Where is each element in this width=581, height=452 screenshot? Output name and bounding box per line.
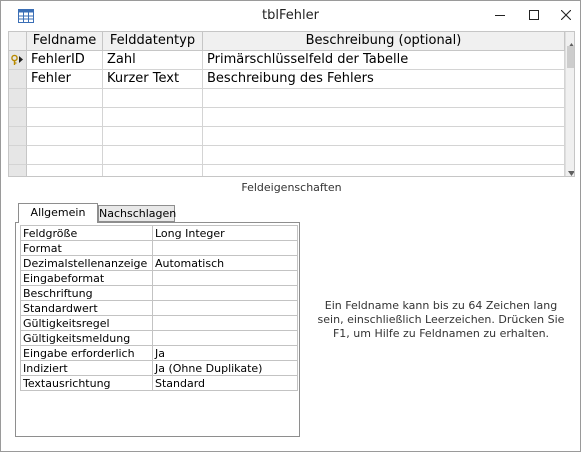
field-description-cell[interactable]: Primärschlüsselfeld der Tabelle — [203, 51, 565, 70]
field-name-cell[interactable]: Fehler — [27, 70, 103, 89]
property-name: Textausrichtung — [20, 375, 153, 391]
field-type-cell[interactable] — [103, 108, 203, 127]
row-selector[interactable] — [9, 127, 27, 146]
select-all-corner[interactable] — [9, 32, 27, 51]
empty-row[interactable] — [9, 89, 565, 108]
column-header-felddatentyp[interactable]: Felddatentyp — [103, 32, 203, 51]
field-name-cell[interactable] — [27, 108, 103, 127]
field-description-cell[interactable] — [203, 146, 565, 165]
field-type-cell[interactable] — [103, 165, 203, 176]
property-value[interactable]: Ja — [152, 345, 298, 361]
column-header-beschreibung[interactable]: Beschreibung (optional) — [203, 32, 565, 51]
empty-row[interactable] — [9, 108, 565, 127]
property-name: Standardwert — [20, 300, 153, 316]
field-type-cell[interactable]: Zahl — [103, 51, 203, 70]
title-bar[interactable]: tblFehler — [1, 1, 580, 31]
table-row[interactable]: FehlerID Zahl Primärschlüsselfeld der Ta… — [9, 51, 565, 70]
close-button[interactable] — [549, 1, 581, 31]
empty-row[interactable] — [9, 127, 565, 146]
field-type-cell[interactable] — [103, 89, 203, 108]
property-name: Beschriftung — [20, 285, 153, 301]
property-name: Eingabe erforderlich — [20, 345, 153, 361]
property-row[interactable]: Textausrichtung Standard — [20, 375, 298, 391]
row-selector[interactable] — [9, 89, 27, 108]
tab-allgemein[interactable]: Allgemein — [18, 203, 98, 223]
field-name-cell[interactable] — [27, 89, 103, 108]
property-row[interactable]: Beschriftung — [20, 285, 298, 301]
property-name: Gültigkeitsregel — [20, 315, 153, 331]
field-description-cell[interactable] — [203, 165, 565, 176]
property-name: Indiziert — [20, 360, 153, 376]
property-row[interactable]: Format — [20, 240, 298, 256]
tab-nachschlagen[interactable]: Nachschlagen — [98, 205, 176, 222]
field-name-cell[interactable] — [27, 146, 103, 165]
property-value[interactable] — [152, 285, 298, 301]
table-row[interactable]: Fehler Kurzer Text Beschreibung des Fehl… — [9, 70, 565, 89]
property-name: Gültigkeitsmeldung — [20, 330, 153, 346]
field-name-cell[interactable] — [27, 165, 103, 176]
property-name: Format — [20, 240, 153, 256]
field-properties-panel: Feldgröße Long Integer Format Dezimalstel… — [15, 222, 300, 437]
property-row[interactable]: Eingabeformat — [20, 270, 298, 286]
field-description-cell[interactable] — [203, 89, 565, 108]
property-row[interactable]: Feldgröße Long Integer — [20, 225, 298, 241]
table-design-window: tblFehler Feldname Felddatentyp Beschrei… — [0, 0, 581, 452]
property-value[interactable] — [152, 330, 298, 346]
field-design-grid: Feldname Felddatentyp Beschreibung (opti… — [8, 31, 575, 177]
scroll-down-icon[interactable] — [568, 165, 574, 176]
field-name-cell[interactable] — [27, 127, 103, 146]
field-properties-label: Feldeigenschaften — [241, 181, 342, 194]
property-value[interactable] — [152, 315, 298, 331]
field-type-cell[interactable] — [103, 127, 203, 146]
property-row[interactable]: Gültigkeitsmeldung — [20, 330, 298, 346]
field-name-cell[interactable]: FehlerID — [27, 51, 103, 70]
property-value[interactable]: Long Integer — [152, 225, 298, 241]
property-value[interactable]: Standard — [152, 375, 298, 391]
property-row[interactable]: Dezimalstellenanzeige Automatisch — [20, 255, 298, 271]
property-name: Eingabeformat — [20, 270, 153, 286]
primary-key-icon — [11, 54, 25, 69]
empty-row[interactable] — [9, 165, 565, 176]
row-selector[interactable] — [9, 108, 27, 127]
field-description-cell[interactable] — [203, 127, 565, 146]
close-icon — [560, 9, 572, 23]
minimize-icon — [495, 9, 505, 23]
row-selector[interactable] — [9, 146, 27, 165]
field-type-cell[interactable]: Kurzer Text — [103, 70, 203, 89]
maximize-icon — [529, 9, 539, 23]
column-header-feldname[interactable]: Feldname — [27, 32, 103, 51]
minimize-button[interactable] — [483, 1, 517, 31]
field-type-cell[interactable] — [103, 146, 203, 165]
property-value[interactable]: Ja (Ohne Duplikate) — [152, 360, 298, 376]
property-row[interactable]: Gültigkeitsregel — [20, 315, 298, 331]
property-row[interactable]: Standardwert — [20, 300, 298, 316]
vertical-scrollbar[interactable] — [565, 32, 574, 176]
scrollbar-thumb[interactable] — [567, 46, 574, 68]
property-value[interactable] — [152, 240, 298, 256]
property-table: Feldgröße Long Integer Format Dezimalstel… — [20, 225, 298, 391]
grid-header-row: Feldname Felddatentyp Beschreibung (opti… — [9, 32, 565, 51]
empty-row[interactable] — [9, 146, 565, 165]
row-selector[interactable] — [9, 165, 27, 176]
property-value[interactable]: Automatisch — [152, 255, 298, 271]
row-selector[interactable] — [9, 70, 27, 89]
help-text: Ein Feldname kann bis zu 64 Zeichen lang… — [317, 299, 565, 340]
maximize-button[interactable] — [517, 1, 551, 31]
property-row[interactable]: Eingabe erforderlich Ja — [20, 345, 298, 361]
field-description-cell[interactable]: Beschreibung des Fehlers — [203, 70, 565, 89]
row-selector[interactable] — [9, 51, 27, 70]
field-description-cell[interactable] — [203, 108, 565, 127]
property-name: Dezimalstellenanzeige — [20, 255, 153, 271]
property-row[interactable]: Indiziert Ja (Ohne Duplikate) — [20, 360, 298, 376]
property-name: Feldgröße — [20, 225, 153, 241]
property-value[interactable] — [152, 300, 298, 316]
property-value[interactable] — [152, 270, 298, 286]
